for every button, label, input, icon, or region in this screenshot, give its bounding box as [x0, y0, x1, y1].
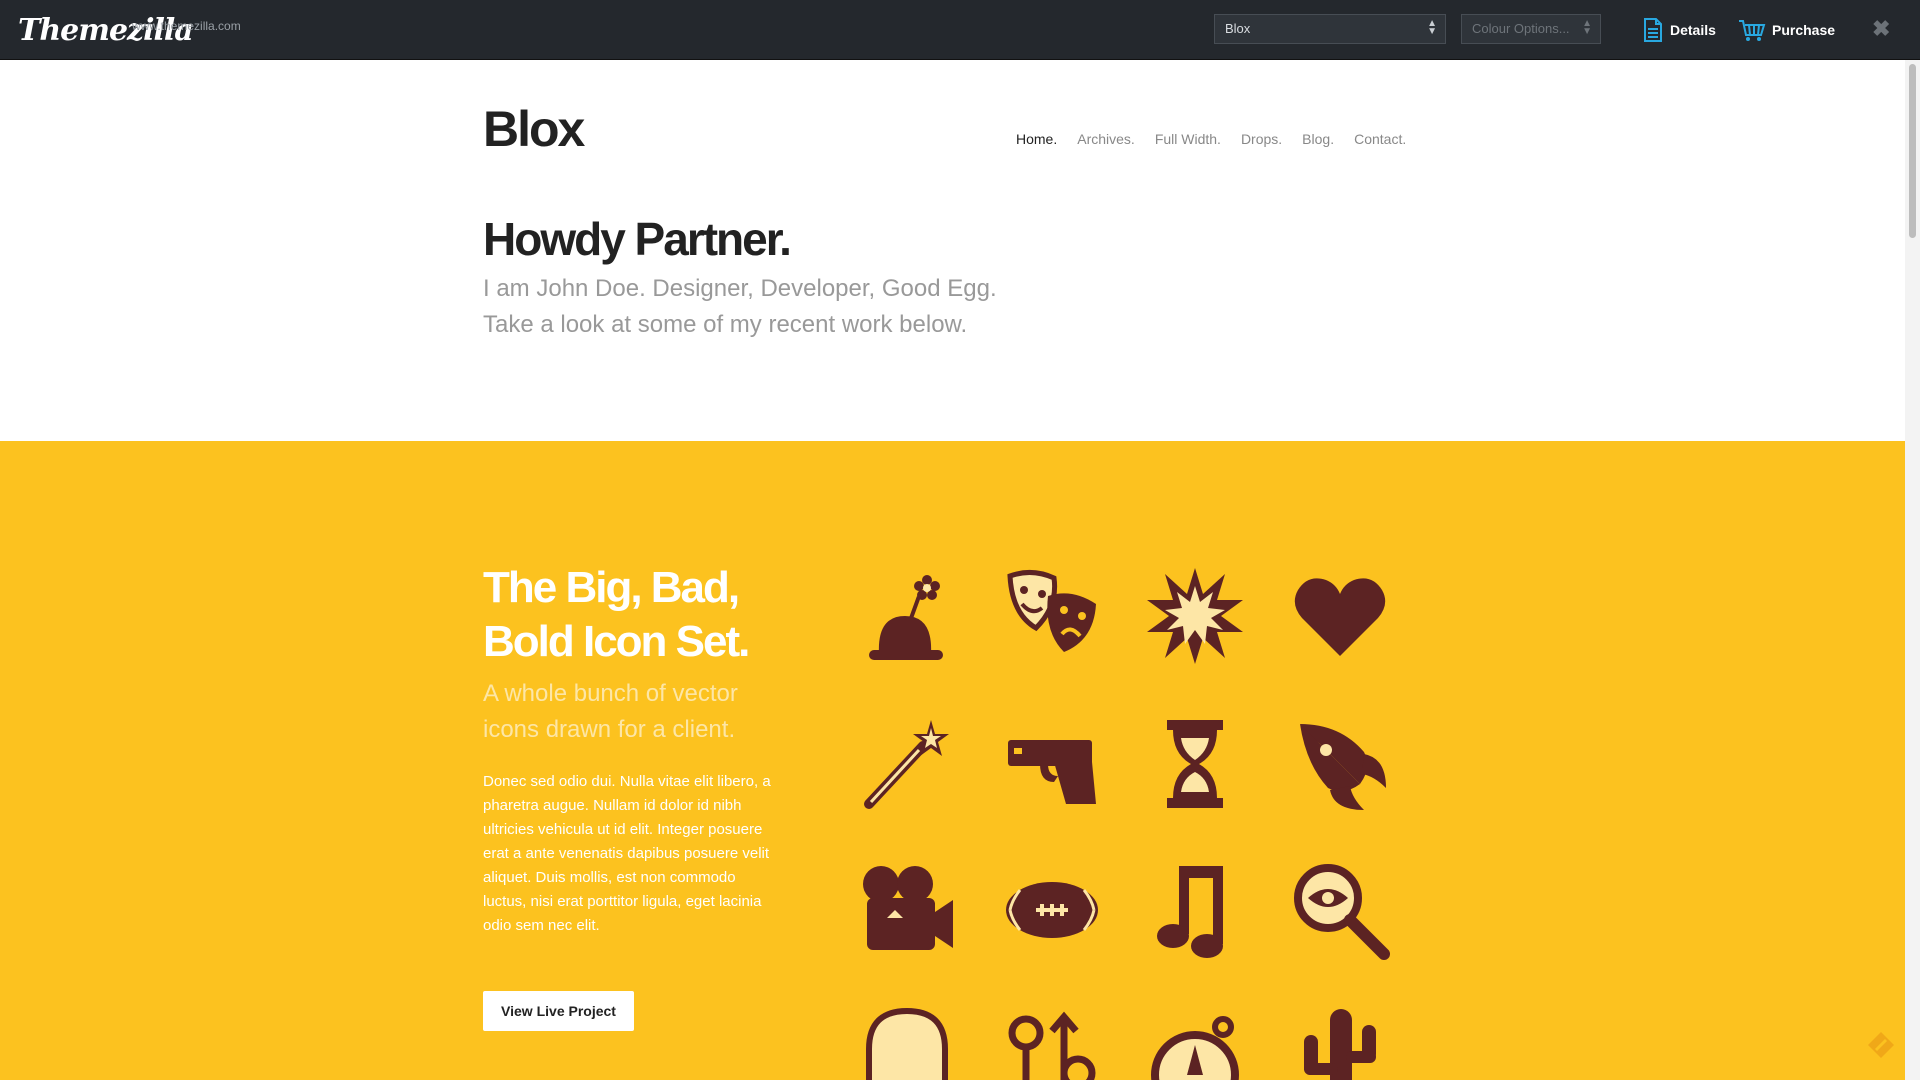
pistol-icon	[997, 709, 1107, 819]
rocket-icon	[1285, 709, 1395, 819]
theme-select[interactable]: Blox ▲ ▼	[1214, 14, 1446, 44]
hourglass-icon	[1140, 709, 1250, 819]
purchase-label: Purchase	[1772, 22, 1836, 38]
feature-body: Donec sed odio dui. Nulla vitae elit lib…	[483, 773, 771, 934]
details-label: Details	[1670, 22, 1716, 38]
skull-icon	[852, 1000, 962, 1080]
feature-sub-line-2: icons drawn for a client.	[483, 716, 736, 743]
magic-wand-icon	[852, 709, 962, 819]
feature-title-line-1: The Big, Bad,	[483, 563, 740, 612]
logo-url[interactable]: www.themezilla.com	[132, 19, 241, 33]
select-arrows-icon: ▲ ▼	[1427, 18, 1437, 37]
music-note-icon	[1140, 855, 1250, 965]
cart-icon	[1739, 20, 1766, 41]
site-title[interactable]: Blox	[483, 100, 585, 158]
theme-select-value: Blox	[1225, 21, 1251, 36]
hero-line-1: I am John Doe. Designer, Developer, Good…	[483, 275, 997, 302]
nav-item-full-width[interactable]: Full Width.	[1155, 131, 1221, 147]
magnifier-eye-icon	[1285, 855, 1395, 965]
feature-subtitle: A whole bunch of vector icons drawn for …	[483, 676, 803, 748]
nav-item-contact[interactable]: Contact.	[1354, 131, 1406, 147]
nav-item-home[interactable]: Home.	[1016, 131, 1057, 147]
nav-item-drops[interactable]: Drops.	[1241, 131, 1282, 147]
feature-title-line-2: Bold Icon Set.	[483, 617, 750, 666]
gender-symbols-icon	[997, 1000, 1107, 1080]
select-arrows-icon: ▲ ▼	[1582, 18, 1592, 37]
cactus-icon	[1285, 1000, 1395, 1080]
details-button[interactable]: Details	[1642, 16, 1716, 44]
purchase-button[interactable]: Purchase	[1738, 16, 1835, 44]
nav-item-blog[interactable]: Blog.	[1302, 131, 1334, 147]
colour-options-select[interactable]: Colour Options... ▲ ▼	[1461, 14, 1601, 44]
hero-line-2: Take a look at some of my recent work be…	[483, 311, 968, 338]
feedback-pencil-icon[interactable]	[1866, 1030, 1896, 1060]
close-icon[interactable]: ✖	[1872, 16, 1890, 42]
scrollbar-thumb[interactable]	[1909, 64, 1916, 238]
movie-camera-icon	[852, 855, 962, 965]
bomb-flower-icon	[852, 561, 962, 671]
compass-icon	[1140, 1000, 1250, 1080]
view-live-project-button[interactable]: View Live Project	[483, 991, 634, 1031]
theater-masks-icon	[997, 561, 1107, 671]
nav-item-archives[interactable]: Archives.	[1077, 131, 1135, 147]
football-icon	[997, 855, 1107, 965]
hero-intro: I am John Doe. Designer, Developer, Good…	[483, 271, 997, 343]
main-nav: Home. Archives. Full Width. Drops. Blog.…	[1016, 131, 1406, 147]
document-icon	[1644, 18, 1662, 42]
feature-title: The Big, Bad, Bold Icon Set.	[483, 561, 803, 669]
demo-topbar: Themezilla www.themezilla.com Blox ▲ ▼ Co…	[0, 0, 1920, 60]
explosion-icon	[1140, 561, 1250, 671]
heart-icon	[1285, 561, 1395, 671]
hero-title: Howdy Partner.	[483, 213, 792, 265]
colour-select-placeholder: Colour Options...	[1472, 21, 1570, 36]
feature-sub-line-1: A whole bunch of vector	[483, 680, 738, 707]
